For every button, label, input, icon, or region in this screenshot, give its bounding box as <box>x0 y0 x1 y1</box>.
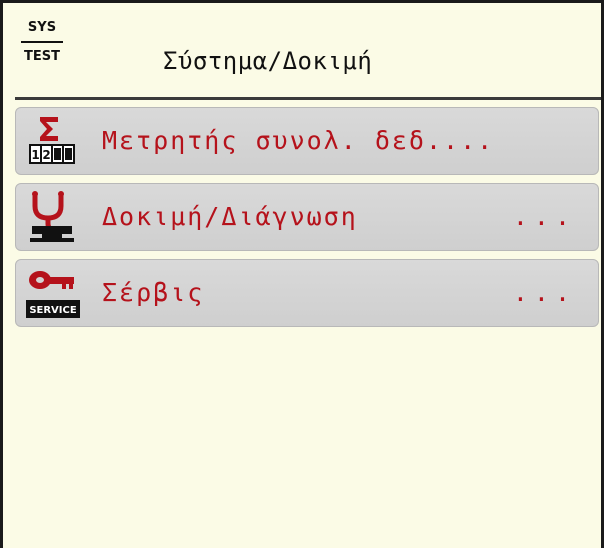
svg-text:2: 2 <box>42 148 50 162</box>
svg-text:SERVICE: SERVICE <box>29 305 77 316</box>
menu-item-diagnosis[interactable]: Δοκιμή/Διάγνωση ... <box>15 183 599 251</box>
badge-bottom-text: TEST <box>24 49 60 64</box>
menu-item-service[interactable]: SERVICE Σέρβις ... <box>15 259 599 327</box>
counter-sum-icon: 1 2 <box>29 117 75 164</box>
menu-item-counter[interactable]: 1 2 Μετρητής συνολ. δεδ.... <box>15 107 599 175</box>
menu-list: 1 2 Μετρητής συνολ. δεδ.... Δοκιμή/Διάγν… <box>15 107 599 335</box>
diagnosis-stethoscope-icon <box>30 191 74 242</box>
header: SYS TEST Σύστημα/Δοκιμή <box>3 3 601 95</box>
header-divider <box>15 97 601 100</box>
badge-top-text: SYS <box>27 20 57 35</box>
svg-text:1: 1 <box>31 148 39 162</box>
menu-item-label: Σέρβις <box>102 278 205 307</box>
menu-item-more: ... <box>512 202 576 231</box>
menu-item-label: Δοκιμή/Διάγνωση <box>102 202 358 231</box>
badge-divider <box>21 41 63 43</box>
menu-item-label: Μετρητής συνολ. δεδ.... <box>102 126 495 155</box>
menu-item-more: ... <box>512 278 576 307</box>
service-key-icon: SERVICE <box>26 271 80 318</box>
screen: SYS TEST Σύστημα/Δοκιμή 1 2 Μετρητής συν… <box>0 0 604 548</box>
page-title: Σύστημα/Δοκιμή <box>163 47 373 75</box>
sys-test-badge: SYS TEST <box>21 21 63 63</box>
